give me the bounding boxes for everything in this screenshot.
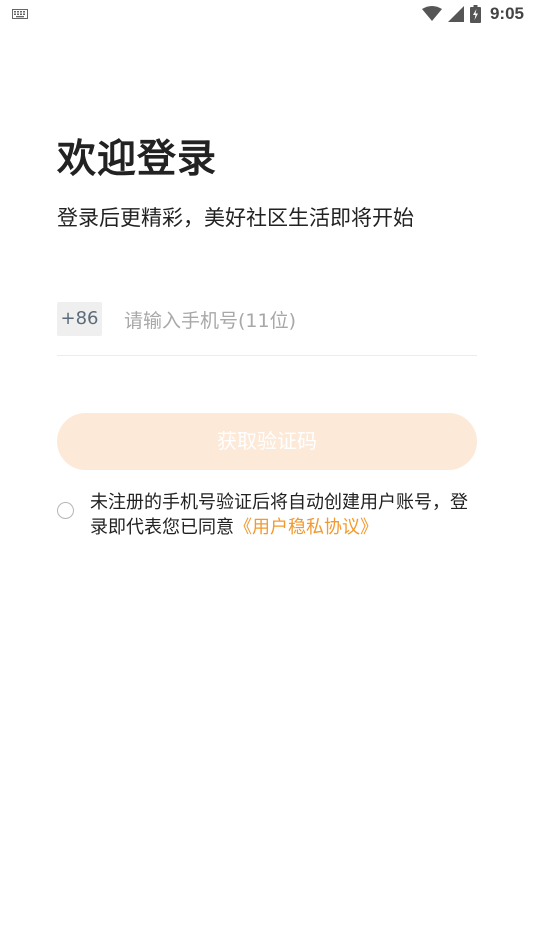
battery-charging-icon [469, 5, 481, 23]
get-code-button[interactable]: 获取验证码 [57, 413, 477, 470]
status-icons: 9:05 [421, 3, 524, 25]
agreement-checkbox[interactable] [57, 502, 74, 519]
privacy-agreement-link[interactable]: 《用户稳私协议》 [234, 517, 378, 538]
phone-input[interactable] [124, 304, 444, 338]
keyboard-icon [12, 9, 28, 19]
status-time: 9:05 [489, 4, 524, 23]
status-bar: 9:05 [0, 0, 534, 28]
country-code[interactable]: +86 [57, 302, 102, 336]
phone-input-row: +86 [57, 302, 477, 356]
page-title: 欢迎登录 [57, 137, 218, 182]
wifi-icon [421, 6, 442, 21]
agreement-text: 未注册的手机号验证后将自动创建用户账号，登录即代表您已同意《用户稳私协议》 [90, 490, 480, 540]
page-subtitle: 登录后更精彩，美好社区生活即将开始 [57, 206, 414, 230]
signal-icon [447, 6, 464, 22]
